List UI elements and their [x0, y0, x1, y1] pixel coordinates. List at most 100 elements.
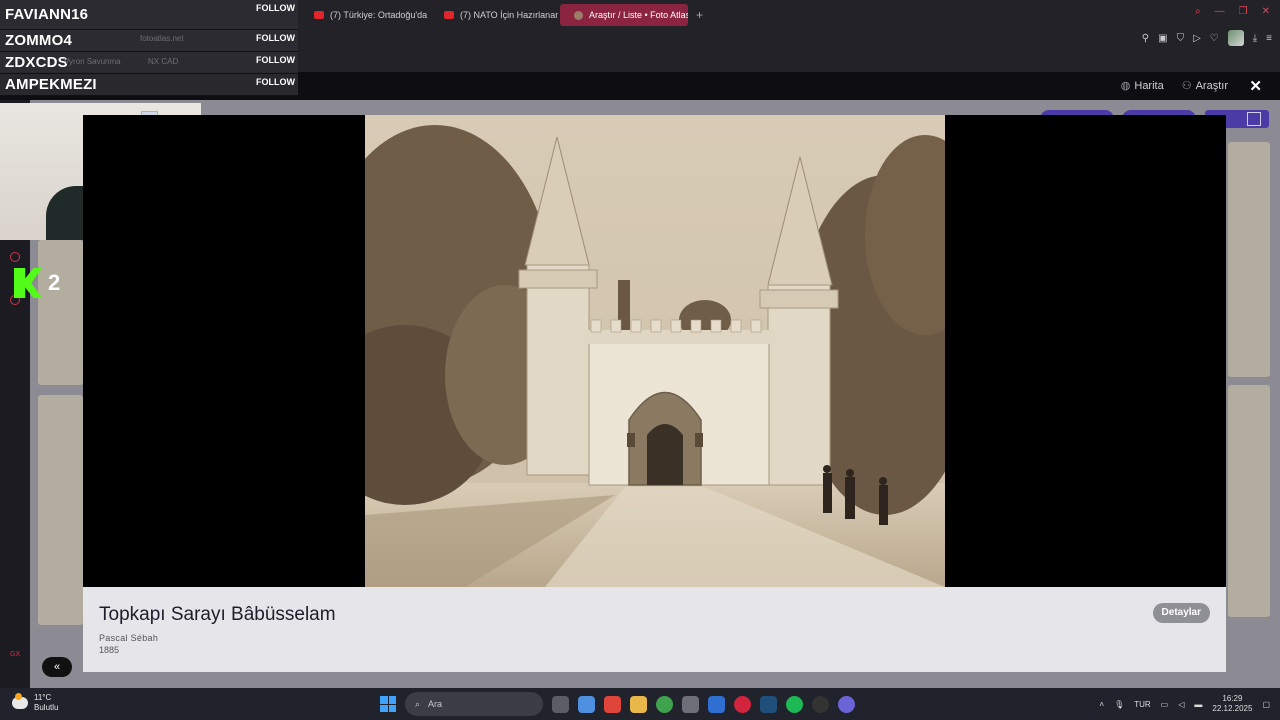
cloud-sun-icon: [12, 693, 28, 709]
follow-label: FOLLOW: [256, 33, 295, 43]
search-icon: ⌕: [415, 698, 421, 709]
opera-gx-icon[interactable]: [734, 695, 751, 713]
heart-icon[interactable]: ♡: [1210, 33, 1219, 44]
follower-name: AMPEKMEZI: [5, 76, 97, 93]
weather-widget[interactable]: 11°C Bulutlu: [12, 693, 58, 713]
tab-nato[interactable]: (7) NATO İçin Hazırlanan: [430, 4, 558, 26]
window-controls: ⌕ — ❐ ✕: [1195, 6, 1270, 17]
background-thumbnail: [38, 240, 83, 385]
tab-label: Araştır / Liste • Foto Atlas: [589, 10, 688, 20]
clock-time: 16:29: [1222, 694, 1243, 703]
fotoatlas-icon: [574, 10, 583, 20]
obs-icon[interactable]: [812, 695, 829, 713]
chevron-up-icon[interactable]: ˄: [1099, 700, 1104, 709]
app-icon[interactable]: [604, 695, 621, 713]
pager-prev-button[interactable]: «: [42, 657, 72, 677]
clock-date: 22.12.2025: [1212, 704, 1253, 713]
steam-icon[interactable]: [760, 695, 777, 713]
copilot-icon[interactable]: [578, 695, 595, 713]
tab-label: (7) NATO İçin Hazırlanan: [460, 10, 558, 20]
kick-logo-icon: [14, 268, 42, 298]
new-tab-button[interactable]: +: [690, 4, 709, 26]
discord-icon[interactable]: [838, 695, 855, 713]
grid-view-icon[interactable]: [1247, 112, 1261, 126]
tab-foto-atlas[interactable]: Araştır / Liste • Foto Atlas: [560, 4, 688, 26]
pin-icon[interactable]: ⚲: [1142, 33, 1149, 44]
site-nav: ◍ Harita ⚇ Araştır: [1121, 79, 1228, 92]
shield-icon[interactable]: ⛉: [1177, 33, 1185, 44]
nav-label: Araştır: [1195, 80, 1228, 92]
bookmark-faint: NX CAD: [148, 57, 179, 66]
youtube-icon: [444, 11, 454, 19]
photo-lightbox: Topkapı Sarayı Bâbüsselam Pascal Sébah 1…: [83, 115, 1226, 672]
tab-strip: (7) Türkiye: Ortadoğu'da (7) NATO İçin H…: [300, 4, 709, 26]
clock[interactable]: 16:29 22.12.2025: [1212, 694, 1252, 714]
stream-follow-overlay: FAVIANN16 FOLLOW ZOMMO4 fotoatlas.net FO…: [0, 0, 298, 96]
language-indicator[interactable]: TUR: [1134, 700, 1150, 709]
url-text-faint: fotoatlas.net: [140, 34, 184, 43]
background-thumbnail: [38, 395, 83, 625]
system-tray: ˄ 🎙 TUR ▭ ◁ ▬ 16:29 22.12.2025 ▢: [1099, 694, 1270, 714]
person-icon: ⚇: [1181, 80, 1192, 92]
follow-row: ZOMMO4 fotoatlas.net FOLLOW: [0, 30, 298, 52]
youtube-icon: [314, 11, 324, 19]
rail-label: GX: [10, 651, 21, 658]
follow-label: FOLLOW: [256, 77, 295, 87]
globe-icon: ◍: [1120, 80, 1131, 92]
maximize-icon[interactable]: ❐: [1239, 6, 1248, 17]
network-icon[interactable]: ▭: [1161, 700, 1169, 709]
tab-label: (7) Türkiye: Ortadoğu'da: [330, 10, 428, 20]
photo-author[interactable]: Pascal Sébah: [99, 633, 158, 643]
close-lightbox-button[interactable]: ✕: [1249, 77, 1262, 95]
download-icon[interactable]: ⤓: [1253, 33, 1257, 44]
chrome-icon[interactable]: [656, 695, 673, 713]
play-icon[interactable]: ▷: [1193, 33, 1201, 44]
menu-icon[interactable]: ≡: [1266, 33, 1272, 44]
tab-turkiye[interactable]: (7) Türkiye: Ortadoğu'da: [300, 4, 428, 26]
kick-badge: 2: [14, 268, 60, 298]
notification-icon[interactable]: ▢: [1262, 700, 1270, 709]
snapshot-icon[interactable]: ▣: [1158, 33, 1167, 44]
spotify-icon[interactable]: [786, 695, 803, 713]
background-thumbnail: [1228, 385, 1270, 617]
follow-row: AMPEKMEZI FOLLOW: [0, 74, 298, 96]
follow-label: FOLLOW: [256, 3, 295, 13]
bookmark-faint: Vyron Savunma: [64, 57, 121, 66]
minimize-icon[interactable]: —: [1215, 6, 1225, 17]
follow-row: ZDXCDS Vyron Savunma NX CAD FOLLOW: [0, 52, 298, 74]
close-window-icon[interactable]: ✕: [1262, 6, 1270, 17]
windows-start-icon[interactable]: [380, 696, 396, 712]
details-button[interactable]: Detaylar: [1152, 603, 1210, 623]
file-explorer-icon[interactable]: [630, 695, 647, 713]
microphone-icon[interactable]: 🎙: [1114, 700, 1124, 709]
clock-icon[interactable]: [10, 252, 20, 262]
taskbar-search[interactable]: ⌕ Ara: [405, 692, 543, 716]
follower-name: ZDXCDS: [5, 54, 68, 71]
nav-harita[interactable]: ◍ Harita: [1121, 79, 1164, 92]
background-thumbnail: [1228, 142, 1270, 377]
search-placeholder: Ara: [428, 699, 443, 709]
historic-photo[interactable]: [365, 115, 945, 587]
volume-icon[interactable]: ◁: [1178, 700, 1184, 709]
search-icon[interactable]: ⌕: [1195, 6, 1201, 17]
nav-label: Harita: [1134, 80, 1164, 92]
follow-row: FAVIANN16 FOLLOW: [0, 0, 298, 30]
gate-photo-illustration: [365, 115, 945, 587]
photo-caption: Topkapı Sarayı Bâbüsselam Pascal Sébah 1…: [83, 587, 1226, 672]
follower-name: FAVIANN16: [5, 6, 89, 23]
task-view-icon[interactable]: [552, 695, 569, 713]
follower-name: ZOMMO4: [5, 32, 73, 49]
follow-label: FOLLOW: [256, 55, 295, 65]
browser-toolbar: ⚲ ▣ ⛉ ▷ ♡ ⤓ ≡: [1142, 30, 1272, 46]
nav-arastir[interactable]: ⚇ Araştır: [1182, 79, 1228, 92]
weather-desc: Bulutlu: [34, 703, 59, 712]
store-icon[interactable]: [682, 695, 699, 713]
badge-number: 2: [48, 270, 61, 295]
mail-icon[interactable]: [708, 695, 725, 713]
weather-temp: 11°C: [34, 693, 52, 702]
battery-icon[interactable]: ▬: [1194, 700, 1202, 709]
windows-taskbar: 11°C Bulutlu ⌕ Ara ˄ 🎙 TUR ▭ ◁ ▬ 16:29 2…: [0, 688, 1280, 720]
photo-year: 1885: [99, 645, 120, 655]
photo-title: Topkapı Sarayı Bâbüsselam: [99, 604, 336, 625]
profile-avatar[interactable]: [1227, 30, 1244, 46]
